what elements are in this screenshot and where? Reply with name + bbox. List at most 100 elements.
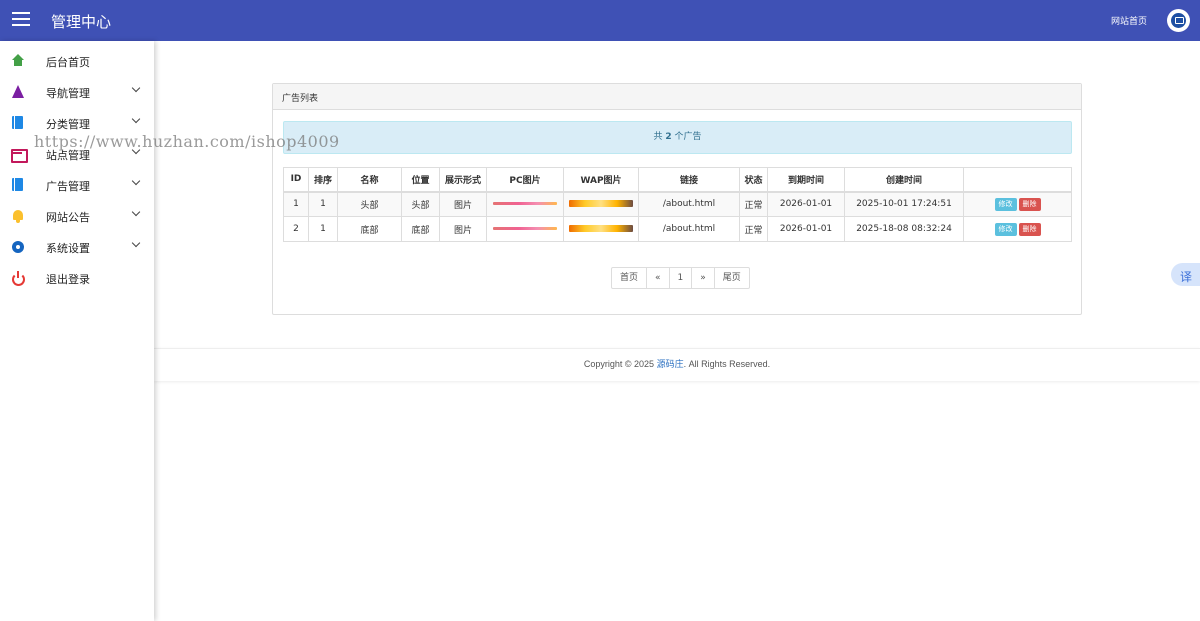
ads-panel: 广告列表 共 2 个广告 ID 排序 名称 位置 展示形式 PC图片 WAP图片… xyxy=(272,83,1082,315)
app-title: 管理中心 xyxy=(51,13,112,31)
sidebar-item-settings[interactable]: 系统设置 xyxy=(0,232,154,263)
cell-actions: 修改 删除 xyxy=(963,216,1072,242)
sidebar-item-dashboard[interactable]: 后台首页 xyxy=(0,46,154,77)
cell-pc-image xyxy=(486,191,564,217)
ads-table: ID 排序 名称 位置 展示形式 PC图片 WAP图片 链接 状态 到期时间 创… xyxy=(283,167,1072,242)
alert-prefix: 共 xyxy=(653,132,663,142)
menu-icon[interactable] xyxy=(12,12,30,28)
sidebar-item-navigation[interactable]: 导航管理 xyxy=(0,77,154,108)
logo-icon xyxy=(1171,13,1186,28)
sidebar-item-label: 广告管理 xyxy=(46,180,90,193)
watermark: https://www.huzhan.com/ishop4009 xyxy=(34,132,340,151)
book-icon xyxy=(12,116,23,129)
translate-button[interactable]: 译 xyxy=(1171,263,1200,286)
wap-banner-image xyxy=(569,200,633,208)
cell-sort: 1 xyxy=(308,216,338,242)
cell-name: 头部 xyxy=(337,191,402,217)
wap-banner-image xyxy=(569,225,633,232)
cell-position: 头部 xyxy=(401,191,440,217)
sidebar-item-label: 分类管理 xyxy=(46,118,90,131)
chevron-down-icon xyxy=(131,240,141,250)
sidebar-item-label: 退出登录 xyxy=(46,273,90,286)
chevron-down-icon xyxy=(131,116,141,126)
power-icon xyxy=(11,271,25,286)
cell-status: 正常 xyxy=(739,216,768,242)
page-first-button[interactable]: 首页 xyxy=(612,268,648,288)
table-row: 1 1 头部 头部 图片 /about.html 正常 2026-01-01 2… xyxy=(283,191,1072,217)
column-header: 位置 xyxy=(401,167,440,193)
chevron-down-icon xyxy=(131,178,141,188)
column-header: 到期时间 xyxy=(767,167,845,193)
sidebar-item-label: 系统设置 xyxy=(46,242,90,255)
cell-actions: 修改 删除 xyxy=(963,191,1072,217)
column-header: 名称 xyxy=(337,167,402,193)
cell-id: 1 xyxy=(283,191,309,217)
cell-expire: 2026-01-01 xyxy=(767,191,845,217)
column-header: 展示形式 xyxy=(439,167,487,193)
table-header-row: ID 排序 名称 位置 展示形式 PC图片 WAP图片 链接 状态 到期时间 创… xyxy=(283,167,1072,193)
footer-brand-link[interactable]: 源码庄 xyxy=(657,360,684,370)
sidebar-item-label: 网站公告 xyxy=(46,211,90,224)
pc-banner-image xyxy=(493,202,557,206)
column-header: 排序 xyxy=(308,167,338,193)
footer-rights: . All Rights Reserved. xyxy=(683,359,771,369)
page-next-button[interactable]: » xyxy=(692,268,715,288)
panel-title: 广告列表 xyxy=(273,84,1081,110)
bell-icon xyxy=(11,209,25,223)
alert-count: 2 xyxy=(665,132,672,142)
column-header: PC图片 xyxy=(486,167,564,193)
edit-button[interactable]: 修改 xyxy=(994,197,1017,211)
chevron-down-icon xyxy=(131,209,141,219)
translate-icon: 译 xyxy=(1180,270,1193,284)
column-header: ID xyxy=(283,167,309,193)
sidebar: 后台首页 导航管理 分类管理 站点管理 广告管理 网站公告 系统设置 退出登录 xyxy=(0,41,154,621)
footer-copyright: Copyright © 2025 xyxy=(583,359,655,369)
table-row: 2 1 底部 底部 图片 /about.html 正常 2026-01-01 2… xyxy=(283,216,1072,242)
sidebar-item-label: 后台首页 xyxy=(46,56,90,69)
pc-banner-image xyxy=(493,227,557,230)
chevron-down-icon xyxy=(131,85,141,95)
navigation-icon xyxy=(11,85,25,99)
cell-display: 图片 xyxy=(439,191,487,217)
gear-icon xyxy=(11,240,25,254)
edit-button[interactable]: 修改 xyxy=(994,222,1017,236)
column-header: 状态 xyxy=(739,167,768,193)
column-header: 链接 xyxy=(638,167,740,193)
delete-button[interactable]: 删除 xyxy=(1018,197,1041,211)
cell-pc-image xyxy=(486,216,564,242)
column-header xyxy=(963,167,1072,193)
avatar[interactable] xyxy=(1167,9,1190,32)
cell-status: 正常 xyxy=(739,191,768,217)
top-bar: 管理中心 网站首页 xyxy=(0,0,1200,41)
cell-link: /about.html xyxy=(638,191,740,217)
book-icon xyxy=(12,178,23,191)
page-prev-button[interactable]: « xyxy=(647,268,670,288)
cell-wap-image xyxy=(563,216,639,242)
site-home-link[interactable]: 网站首页 xyxy=(1111,14,1147,27)
sidebar-item-ads[interactable]: 广告管理 xyxy=(0,170,154,201)
home-icon xyxy=(11,54,25,68)
column-header: 创建时间 xyxy=(844,167,964,193)
cell-position: 底部 xyxy=(401,216,440,242)
cell-name: 底部 xyxy=(337,216,402,242)
sidebar-item-label: 导航管理 xyxy=(46,87,90,100)
sidebar-item-announcements[interactable]: 网站公告 xyxy=(0,201,154,232)
cell-wap-image xyxy=(563,191,639,217)
cell-link: /about.html xyxy=(638,216,740,242)
cell-id: 2 xyxy=(283,216,309,242)
cell-created: 2025-10-01 17:24:51 xyxy=(844,191,964,217)
cell-display: 图片 xyxy=(439,216,487,242)
cell-expire: 2026-01-01 xyxy=(767,216,845,242)
cell-created: 2025-18-08 08:32:24 xyxy=(844,216,964,242)
card-icon xyxy=(11,147,28,163)
footer: Copyright © 2025 源码庄. All Rights Reserve… xyxy=(154,348,1200,381)
alert-suffix: 个广告 xyxy=(674,132,702,142)
cell-sort: 1 xyxy=(308,191,338,217)
sidebar-item-logout[interactable]: 退出登录 xyxy=(0,263,154,294)
pagination: 首页 « 1 » 尾页 xyxy=(611,267,750,289)
page-number-button[interactable]: 1 xyxy=(670,268,693,288)
delete-button[interactable]: 删除 xyxy=(1018,222,1041,236)
column-header: WAP图片 xyxy=(563,167,639,193)
ads-count-alert: 共 2 个广告 xyxy=(283,121,1072,154)
page-last-button[interactable]: 尾页 xyxy=(715,268,749,288)
